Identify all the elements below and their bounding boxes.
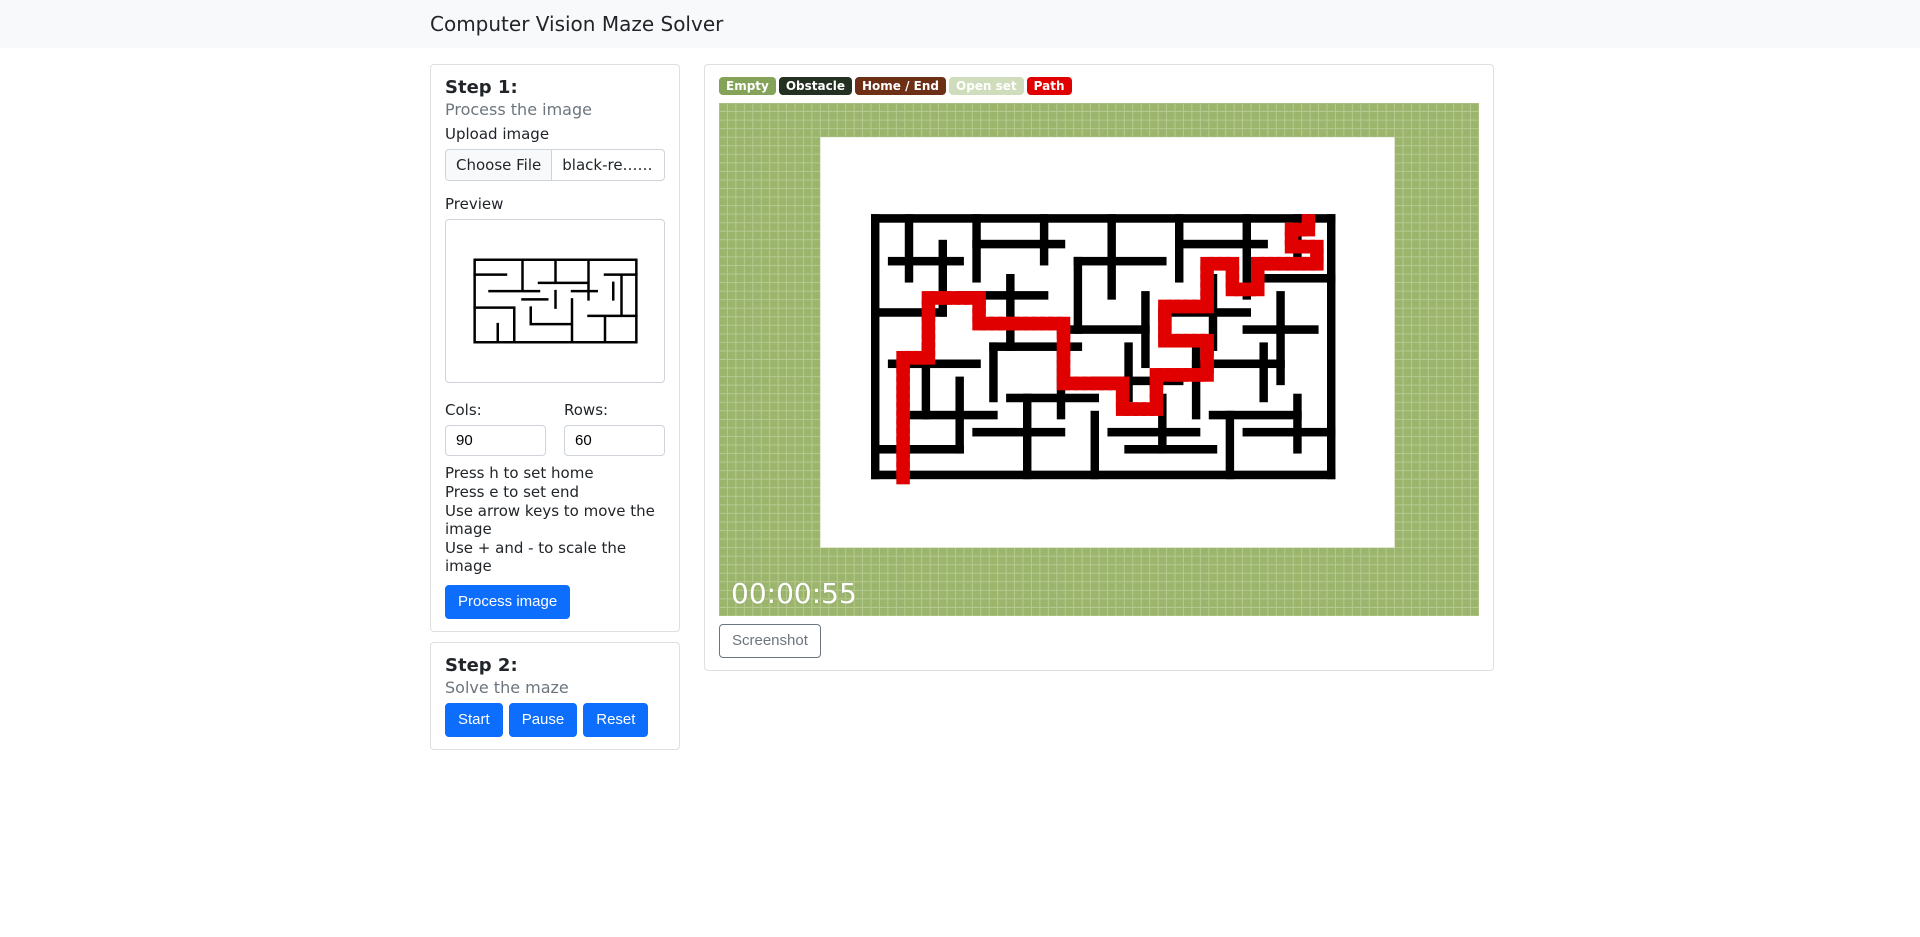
solver-card: Empty Obstacle Home / End Open set Path … xyxy=(704,64,1494,671)
step2-card: Step 2: Solve the maze Start Pause Reset xyxy=(430,642,680,750)
pause-button[interactable]: Pause xyxy=(509,703,578,737)
legend-openset: Open set xyxy=(949,77,1024,95)
legend-obstacle: Obstacle xyxy=(779,77,852,95)
step2-subtitle: Solve the maze xyxy=(445,678,665,697)
cols-label: Cols: xyxy=(445,401,546,419)
hint-h: Press h to set home xyxy=(445,464,665,482)
navbar: Computer Vision Maze Solver xyxy=(0,0,1920,48)
preview-label: Preview xyxy=(445,195,665,213)
start-button[interactable]: Start xyxy=(445,703,503,737)
hint-e: Press e to set end xyxy=(445,483,665,501)
cols-input[interactable] xyxy=(445,425,546,456)
preview-maze-icon xyxy=(473,258,638,344)
app-title: Computer Vision Maze Solver xyxy=(430,8,1490,40)
reset-button[interactable]: Reset xyxy=(583,703,648,737)
step1-card: Step 1: Process the image Upload image C… xyxy=(430,64,680,632)
rows-label: Rows: xyxy=(564,401,665,419)
screenshot-button[interactable]: Screenshot xyxy=(719,624,821,658)
legend: Empty Obstacle Home / End Open set Path xyxy=(719,77,1479,95)
hints: Press h to set home Press e to set end U… xyxy=(445,464,665,575)
legend-empty: Empty xyxy=(719,77,776,95)
step2-heading: Step 2: xyxy=(445,655,665,676)
rows-input[interactable] xyxy=(564,425,665,456)
step1-subtitle: Process the image xyxy=(445,100,665,119)
maze-canvas[interactable]: 00:00:55 xyxy=(719,103,1479,616)
legend-home: Home / End xyxy=(855,77,946,95)
upload-label: Upload image xyxy=(445,125,665,143)
file-input-group[interactable]: Choose File black-re…vector.jpg xyxy=(445,149,665,181)
timer-display: 00:00:55 xyxy=(731,577,857,610)
preview-image xyxy=(445,219,665,383)
choose-file-button[interactable]: Choose File xyxy=(445,149,552,181)
process-image-button[interactable]: Process image xyxy=(445,585,570,619)
hint-arrows: Use arrow keys to move the image xyxy=(445,502,665,538)
legend-path: Path xyxy=(1027,77,1072,95)
step1-heading: Step 1: xyxy=(445,77,665,98)
file-name-display: black-re…vector.jpg xyxy=(552,149,665,181)
hint-scale: Use + and - to scale the image xyxy=(445,539,665,575)
